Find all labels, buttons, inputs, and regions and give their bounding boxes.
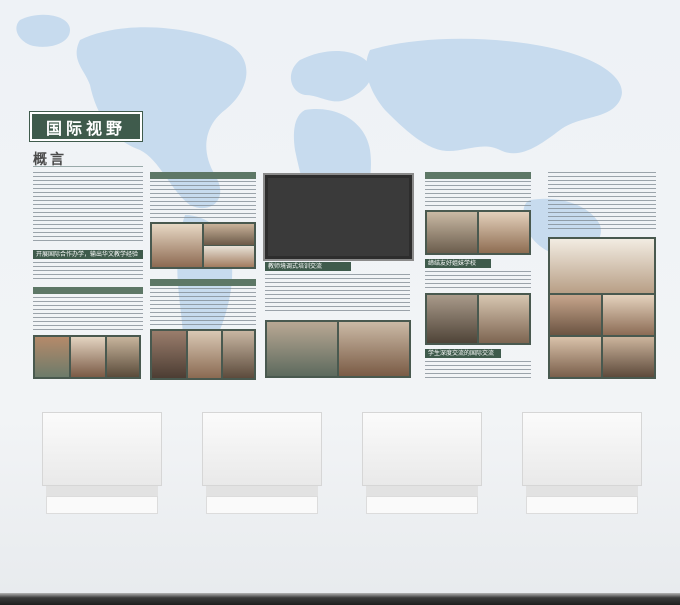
col2-photo-grid	[150, 222, 256, 269]
col4-paragraph-3	[425, 361, 531, 381]
photo	[550, 295, 601, 335]
col4-paragraph	[425, 181, 531, 209]
col3-section-heading: 教师境调式培训交流	[265, 262, 351, 271]
photo	[427, 295, 477, 343]
col4-photo-strip	[425, 293, 531, 345]
photo	[152, 224, 202, 267]
photo	[267, 322, 337, 376]
display-stand	[42, 412, 162, 514]
photo	[550, 337, 601, 377]
col2-subheading-2	[150, 279, 256, 286]
col2-photo-strip	[150, 329, 256, 380]
col1-photo-strip	[33, 335, 141, 379]
photo	[107, 337, 139, 377]
intro-paragraph	[33, 172, 143, 244]
display-stand	[362, 412, 482, 514]
col5-photo-grid	[548, 237, 656, 379]
floor-baseboard	[0, 593, 680, 605]
display-stand	[522, 412, 642, 514]
photo	[188, 331, 221, 378]
photo	[204, 224, 254, 245]
subtitle-rule	[33, 166, 143, 167]
photo	[479, 212, 529, 253]
screen-display	[268, 178, 409, 256]
col3-paragraph	[265, 274, 410, 314]
col1-paragraph-2	[33, 297, 143, 333]
photo	[339, 322, 409, 376]
col4-paragraph-2	[425, 271, 531, 291]
photo	[35, 337, 69, 377]
col2-paragraph	[150, 181, 256, 221]
col4-subheading	[425, 172, 531, 179]
col2-subheading	[150, 172, 256, 179]
photo	[550, 239, 654, 293]
page-title-banner: 国际视野	[30, 112, 142, 141]
photo	[152, 331, 186, 378]
photo	[71, 337, 105, 377]
photo	[603, 337, 654, 377]
col1-paragraph	[33, 262, 143, 282]
photo	[223, 331, 254, 378]
photo	[479, 295, 529, 343]
col1-section-heading: 开展国际合作办学，输出华文教学经验	[33, 250, 143, 259]
page-title: 国际视野	[45, 118, 126, 138]
photo	[204, 246, 254, 267]
col4-section-heading-b: 学生深度交流的国际交流	[425, 349, 501, 358]
col4-photo-grid	[425, 210, 531, 255]
photo	[427, 212, 477, 253]
col2-paragraph-2	[150, 288, 256, 328]
video-screen[interactable]	[263, 173, 414, 261]
display-stand	[202, 412, 322, 514]
col4-section-heading-a: 缔结友好姐妹学校	[425, 259, 491, 268]
col1-subheading	[33, 287, 143, 294]
col3-photo-strip	[265, 320, 411, 378]
col5-paragraph	[548, 172, 656, 232]
photo	[603, 295, 654, 335]
